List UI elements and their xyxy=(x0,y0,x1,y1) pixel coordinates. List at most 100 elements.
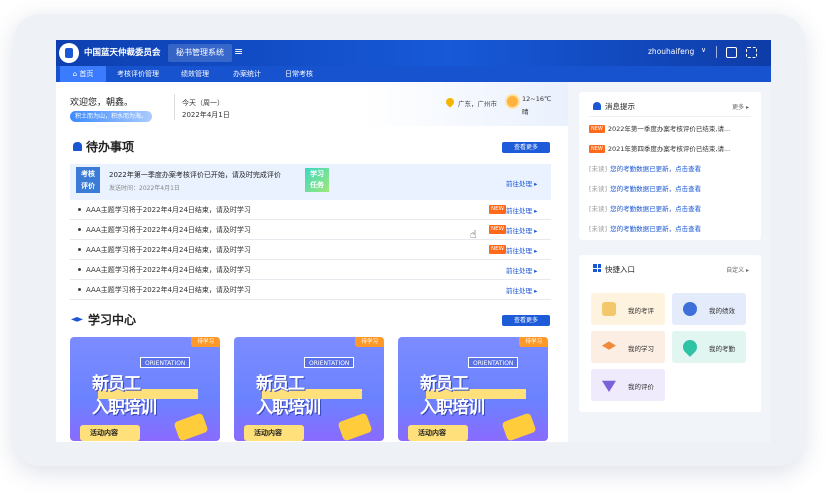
weather-text: 晴 xyxy=(522,108,529,116)
todo-action[interactable]: 前往处理 ▸ xyxy=(506,265,537,275)
weekday: 今天（周一） xyxy=(182,99,224,107)
unread-label: [未读] xyxy=(589,165,608,173)
org-name: 中国蓝天仲裁委员会 xyxy=(84,48,161,58)
course-title-line1: 新员工 xyxy=(420,374,469,394)
todo-row[interactable]: AAA主题学习将于2022年4月24日结束，请及时学习 NEW 前往处理 ▸ xyxy=(70,220,551,240)
graduation-cap-icon xyxy=(71,317,83,322)
clipboard-icon xyxy=(602,302,616,316)
message-item[interactable]: NEW 2022年第一季度办案考核评价已结束,请... xyxy=(589,123,730,133)
course-status-tag: 待学习 xyxy=(355,337,384,347)
todo-title: 待办事项 xyxy=(86,140,135,154)
course-card[interactable]: 待学习 ORIENTATION 新员工 入职培训 活动内容 xyxy=(398,337,548,441)
todo-action[interactable]: 前往处理 ▸ xyxy=(506,205,537,215)
arrow-decor-icon xyxy=(173,412,209,441)
todo-highlight-title: 2022年第一季度办案考核评价已开始，请及时完成评价 xyxy=(109,171,281,179)
unread-label: [未读] xyxy=(589,225,608,233)
shortcut-my-evaluation[interactable]: 我的考评 xyxy=(591,293,665,325)
messages-title: 消息提示 xyxy=(605,102,635,111)
grid-icon xyxy=(593,264,601,272)
fullscreen-icon[interactable] xyxy=(746,47,757,58)
messages-panel: 消息提示 更多 ▸ NEW 2022年第一季度办案考核评价已结束,请... NEW… xyxy=(579,92,761,240)
todo-row[interactable]: AAA主题学习将于2022年4月24日结束，请及时学习 前往处理 ▸ xyxy=(70,280,551,300)
messages-more-link[interactable]: 更多 ▸ xyxy=(732,102,749,111)
todo-row[interactable]: AAA主题学习将于2022年4月24日结束，请及时学习 NEW 前往处理 ▸ xyxy=(70,200,551,220)
bullet xyxy=(78,248,81,251)
shortcut-my-performance[interactable]: 我的绩效 xyxy=(672,293,746,325)
course-subtitle-bar: 活动内容 xyxy=(80,425,140,441)
unread-label: [未读] xyxy=(589,185,608,193)
new-badge: NEW xyxy=(589,145,605,153)
menu-toggle-icon[interactable]: ≡ xyxy=(234,45,243,58)
main-nav: ⌂ 首页 考核评价管理 绩效管理 办案统计 日常考核 xyxy=(56,66,771,82)
top-bar: 中国蓝天仲裁委员会 秘书管理系统 ≡ zhouhaifeng ∨ xyxy=(56,40,771,66)
new-badge: NEW xyxy=(489,205,507,214)
shortcuts-title: 快捷入口 xyxy=(605,265,635,274)
tab-evaluation[interactable]: 考核评价管理 xyxy=(108,66,168,82)
todo-more-button[interactable]: 查看更多 xyxy=(502,142,550,153)
arrow-decor-icon xyxy=(337,412,373,441)
greeting: 欢迎您，朝鑫。 xyxy=(70,98,134,108)
new-badge: NEW xyxy=(489,245,507,254)
message-item[interactable]: [未读] 您的考勤数据已更新，点击查看 xyxy=(589,203,701,213)
shortcut-my-review[interactable]: 我的评价 xyxy=(591,369,665,401)
bullet xyxy=(78,268,81,271)
tab-daily-review[interactable]: 日常考核 xyxy=(274,66,324,82)
course-title-line1: 新员工 xyxy=(256,374,305,394)
arrow-decor-icon xyxy=(501,412,537,441)
user-chart-icon xyxy=(683,302,697,316)
todo-action[interactable]: 前往处理 ▸ xyxy=(506,225,537,235)
tab-performance[interactable]: 绩效管理 xyxy=(170,66,220,82)
bullet xyxy=(78,228,81,231)
course-status-tag: 待学习 xyxy=(519,337,548,347)
temperature: 12~16℃ xyxy=(522,95,552,103)
learning-more-button[interactable]: 查看更多 xyxy=(502,315,550,326)
todo-text: AAA主题学习将于2022年4月24日结束，请及时学习 xyxy=(86,226,251,234)
app-window: 中国蓝天仲裁委员会 秘书管理系统 ≡ zhouhaifeng ∨ ⌂ 首页 考核… xyxy=(56,40,771,442)
todo-action[interactable]: 前往处理 ▸ xyxy=(506,245,537,255)
learning-title: 学习中心 xyxy=(88,313,137,327)
customize-link[interactable]: 自定义 ▸ xyxy=(726,265,749,274)
new-badge: NEW xyxy=(589,125,605,133)
course-title-line2: 入职培训 xyxy=(256,398,321,418)
system-switcher[interactable]: 秘书管理系统 xyxy=(168,44,232,62)
todo-text: AAA主题学习将于2022年4月24日结束，请及时学习 xyxy=(86,246,251,254)
todo-highlight-action[interactable]: 前往处理 ▸ xyxy=(506,178,537,188)
shortcuts-panel: 快捷入口 自定义 ▸ 我的考评 我的绩效 我的学习 我的考勤 我的评价 xyxy=(579,255,761,412)
todo-action[interactable]: 前往处理 ▸ xyxy=(506,285,537,295)
chevron-down-icon[interactable]: ∨ xyxy=(701,46,706,54)
sun-icon xyxy=(507,96,518,107)
todo-text: AAA主题学习将于2022年4月24日结束，请及时学习 xyxy=(86,286,251,294)
tab-case-stats[interactable]: 办案统计 xyxy=(222,66,272,82)
tab-home[interactable]: ⌂ 首页 xyxy=(60,66,106,82)
calendar-icon[interactable] xyxy=(726,47,737,58)
divider xyxy=(716,46,717,58)
new-badge: NEW xyxy=(489,225,507,234)
current-date: 2022年4月1日 xyxy=(182,111,230,119)
username[interactable]: zhouhaifeng xyxy=(648,47,694,56)
graduation-cap-icon xyxy=(602,341,616,350)
course-title-line2: 入职培训 xyxy=(420,398,485,418)
course-subtitle-bar: 活动内容 xyxy=(244,425,304,441)
divider xyxy=(174,94,175,120)
welcome-banner: 欢迎您，朝鑫。 积土而为山，积水而为海。 今天（周一） 2022年4月1日 广东… xyxy=(56,82,568,126)
message-item[interactable]: NEW 2021年第四季度办案考核评价已结束,请... xyxy=(589,143,730,153)
evaluation-badge: 考核 评价 xyxy=(76,167,100,193)
shortcut-my-attendance[interactable]: 我的考勤 xyxy=(672,331,746,363)
main-content: 欢迎您，朝鑫。 积土而为山，积水而为海。 今天（周一） 2022年4月1日 广东… xyxy=(56,82,568,442)
location-icon xyxy=(680,337,700,357)
course-card[interactable]: 待学习 ORIENTATION 新员工 入职培训 活动内容 xyxy=(70,337,220,441)
bullet xyxy=(78,288,81,291)
message-item[interactable]: [未读] 您的考勤数据已更新，点击查看 xyxy=(589,183,701,193)
message-item[interactable]: [未读] 您的考勤数据已更新，点击查看 xyxy=(589,163,701,173)
location-pin-icon xyxy=(444,96,456,108)
location: 广东，广州市 xyxy=(458,100,497,108)
message-item[interactable]: [未读] 您的考勤数据已更新，点击查看 xyxy=(589,223,701,233)
todo-row[interactable]: AAA主题学习将于2022年4月24日结束，请及时学习 NEW 前往处理 ▸ xyxy=(70,240,551,260)
todo-row[interactable]: AAA主题学习将于2022年4月24日结束，请及时学习 前往处理 ▸ xyxy=(70,260,551,280)
course-card[interactable]: 待学习 ORIENTATION 新员工 入职培训 活动内容 xyxy=(234,337,384,441)
motto-tag: 积土而为山，积水而为海。 xyxy=(70,111,153,122)
shortcut-my-learning[interactable]: 我的学习 xyxy=(591,331,665,363)
unread-label: [未读] xyxy=(589,205,608,213)
divider xyxy=(589,116,751,117)
bullet xyxy=(78,208,81,211)
